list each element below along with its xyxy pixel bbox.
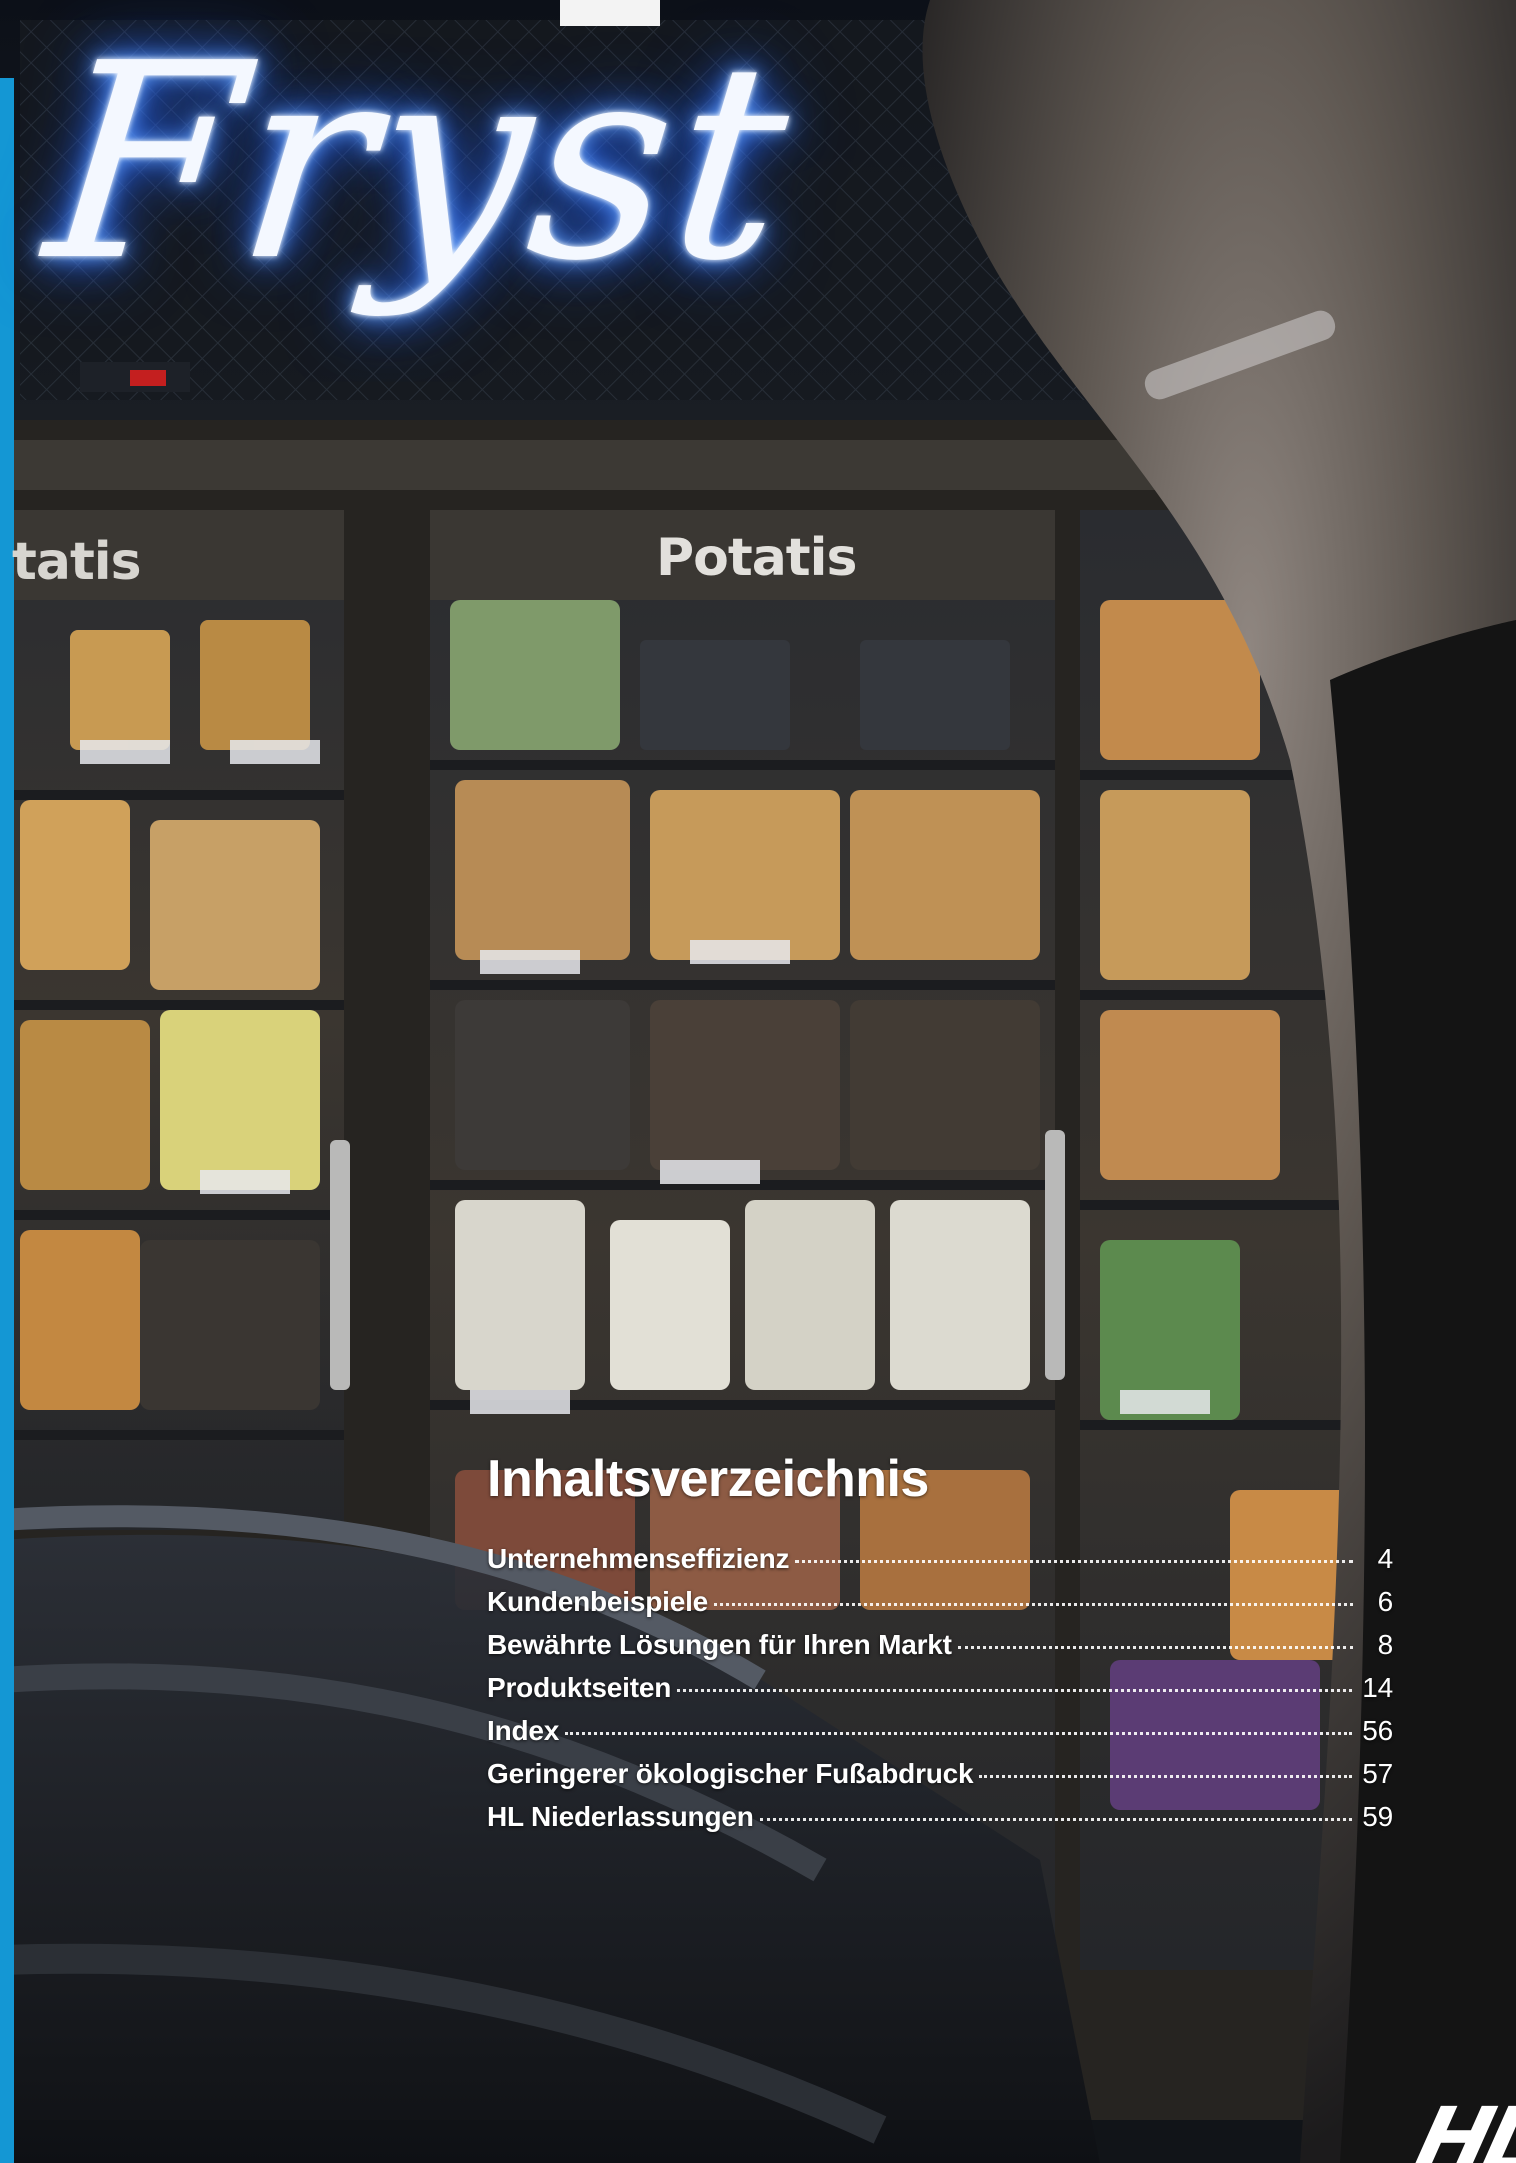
- neon-sign-text: Fryst: [35, 5, 805, 320]
- freezer-label-center: Potatis: [656, 528, 857, 588]
- toc-page: Fryst tatis Potatis Inhaltsverzeichnis U…: [0, 0, 1516, 2163]
- toc-leader-dots: [979, 1774, 1353, 1778]
- toc-item-page: 14: [1362, 1671, 1393, 1703]
- toc-item-page: 4: [1377, 1542, 1394, 1574]
- toc-leader-dots: [714, 1602, 1353, 1606]
- toc-item-hl-niederlassungen[interactable]: HL Niederlassungen 59: [487, 1801, 1393, 1844]
- toc-item-label: Geringerer ökologischer Fußabdruck: [487, 1757, 974, 1789]
- toc-item-page: 8: [1377, 1628, 1394, 1660]
- table-of-contents: Inhaltsverzeichnis Unternehmenseffizienz…: [487, 1452, 1393, 1844]
- toc-item-page: 56: [1362, 1714, 1393, 1746]
- toc-item-page: 6: [1377, 1585, 1394, 1617]
- toc-item-bewaehrte-loesungen[interactable]: Bewährte Lösungen für Ihren Markt 8: [487, 1629, 1393, 1672]
- toc-item-label: Bewährte Lösungen für Ihren Markt: [487, 1628, 952, 1660]
- accent-bar: [0, 78, 14, 2163]
- toc-item-label: Unternehmenseffizienz: [487, 1542, 790, 1574]
- freezer-label-left: tatis: [12, 532, 142, 592]
- toc-item-page: 59: [1362, 1800, 1393, 1832]
- toc-list: Unternehmenseffizienz 4 Kundenbeispiele …: [487, 1543, 1393, 1844]
- toc-item-label: Kundenbeispiele: [487, 1585, 709, 1617]
- toc-item-page: 57: [1362, 1757, 1393, 1789]
- toc-item-index[interactable]: Index 56: [487, 1715, 1393, 1758]
- toc-leader-dots: [565, 1731, 1353, 1735]
- toc-item-kundenbeispiele[interactable]: Kundenbeispiele 6: [487, 1586, 1393, 1629]
- toc-item-produktseiten[interactable]: Produktseiten 14: [487, 1672, 1393, 1715]
- toc-item-oekologischer-fussabdruck[interactable]: Geringerer ökologischer Fußabdruck 57: [487, 1758, 1393, 1801]
- toc-leader-dots: [957, 1645, 1353, 1649]
- toc-heading: Inhaltsverzeichnis: [487, 1450, 929, 1508]
- toc-item-unternehmenseffizienz[interactable]: Unternehmenseffizienz 4: [487, 1543, 1393, 1586]
- toc-item-label: Produktseiten: [487, 1671, 672, 1703]
- toc-leader-dots: [677, 1688, 1353, 1692]
- toc-item-label: HL Niederlassungen: [487, 1800, 754, 1832]
- toc-leader-dots: [759, 1817, 1353, 1821]
- toc-leader-dots: [795, 1559, 1353, 1563]
- toc-item-label: Index: [487, 1714, 560, 1746]
